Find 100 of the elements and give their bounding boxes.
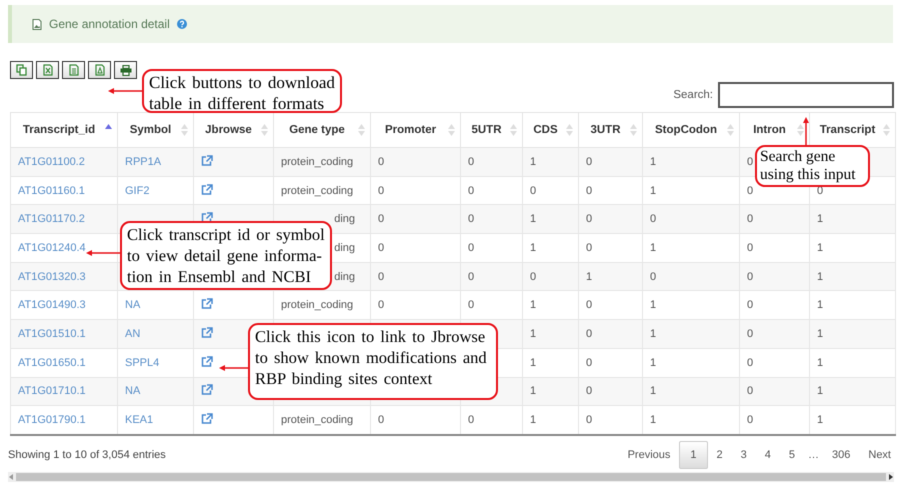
copy-icon: [16, 64, 27, 76]
table-cell: 0: [378, 242, 384, 254]
external-link-icon[interactable]: [201, 212, 213, 224]
external-link-icon[interactable]: [201, 298, 213, 310]
table-cell: ding: [334, 270, 355, 283]
scroll-left-icon[interactable]: [8, 472, 14, 481]
table-cell: 1: [530, 328, 536, 340]
table-cell: 0: [747, 328, 754, 340]
table-cell: 0: [747, 242, 754, 254]
table-cell: 0: [530, 270, 536, 283]
pagination-link[interactable]: Previous: [618, 441, 680, 470]
table-cell: 1: [650, 184, 656, 197]
table-cell: 1: [650, 414, 656, 426]
table-cell: 1: [817, 213, 824, 226]
export-button[interactable]: [88, 61, 111, 79]
printer-icon: [120, 64, 132, 76]
table-cell: 0: [586, 184, 592, 197]
table-cell: 0: [468, 184, 474, 197]
table-cell: 0: [586, 356, 592, 369]
table-cell: 0: [747, 270, 754, 283]
table-cell: 0: [650, 213, 656, 226]
table-cell: 1: [817, 242, 824, 254]
table-cell: 0: [468, 299, 474, 312]
table-cell: 1: [817, 385, 824, 398]
help-icon[interactable]: [176, 19, 187, 29]
column-header[interactable]: Transcript_id: [10, 112, 118, 148]
table-cell: 1: [650, 328, 656, 340]
table-cell: 0: [530, 184, 536, 197]
search-field[interactable]: [718, 82, 894, 108]
external-link-icon[interactable]: [201, 326, 213, 338]
document-icon: [68, 64, 78, 76]
page-button[interactable]: 5: [780, 441, 804, 470]
table-cell: 0: [747, 356, 754, 369]
pointer-arrow: [86, 249, 120, 257]
table-cell: 0: [468, 414, 474, 426]
table-cell: 0: [747, 414, 754, 426]
table-cell: 1: [530, 385, 536, 398]
table-cell: 0: [378, 299, 384, 312]
pagination-link[interactable]: Next: [859, 441, 900, 470]
external-link-icon[interactable]: [201, 384, 213, 396]
table-cell: 1: [817, 356, 824, 369]
export-button[interactable]: [10, 61, 33, 79]
table-cell: 1: [530, 356, 536, 369]
table-cell: 1: [650, 242, 656, 254]
table-cell: 1: [586, 270, 592, 283]
table-cell: protein_coding: [281, 414, 354, 426]
table-cell: 0: [747, 213, 754, 226]
table-cell: 0: [747, 385, 754, 398]
table-cell: 0: [468, 156, 474, 168]
table-cell: 0: [378, 414, 384, 426]
horizontal-scrollbar[interactable]: [8, 472, 894, 482]
table-cell: 1: [650, 385, 656, 398]
table-cell: 0: [650, 270, 656, 283]
external-link-icon[interactable]: [201, 154, 213, 166]
table-cell: 0: [586, 156, 592, 168]
export-button[interactable]: [114, 61, 137, 79]
external-link-icon[interactable]: [201, 184, 213, 195]
table-cell: 1: [817, 414, 824, 426]
table-cell: protein_coding: [281, 156, 354, 168]
export-button[interactable]: [62, 61, 85, 79]
annotation-callout: Search gene using this input: [755, 145, 870, 187]
table-cell: 1: [650, 299, 656, 312]
table-cell: 0: [378, 270, 384, 283]
table-cell: ding: [334, 242, 355, 254]
table-cell: 0: [378, 184, 384, 197]
table-cell: 0: [586, 328, 592, 340]
table-cell: ding: [334, 213, 355, 226]
table-cell: protein_coding: [281, 184, 354, 197]
page-button[interactable]: 306: [823, 441, 860, 470]
scroll-right-icon[interactable]: [888, 472, 894, 481]
annotation-callout: Click this icon to link to Jbrowse to show known modifications and RBP binding sites context: [248, 323, 498, 400]
table-cell: 1: [817, 328, 824, 340]
table-cell: 0: [586, 242, 592, 254]
table-cell: 1: [817, 299, 824, 312]
table-cell: 0: [468, 270, 474, 283]
table-cell: 1: [530, 213, 536, 226]
table-cell: 0: [586, 385, 592, 398]
spreadsheet-icon: [42, 64, 52, 76]
page-button[interactable]: 2: [708, 441, 732, 470]
external-link-icon[interactable]: [201, 413, 213, 424]
table-cell: 1: [530, 299, 536, 312]
table-cell: 0: [468, 242, 474, 254]
external-link-icon[interactable]: [201, 356, 213, 367]
entries-info: Showing 1 to 10 of 3,054 entries: [8, 449, 166, 462]
export-button[interactable]: [36, 61, 59, 79]
annotation-callout: Click transcript id or symbol to view detail gene informa-tion in Ensembl and NCBI: [120, 221, 332, 290]
page-button[interactable]: 1: [679, 441, 708, 470]
table-cell: 1: [650, 156, 656, 168]
page-button[interactable]: 3: [732, 441, 756, 470]
table-cell: 1: [650, 356, 656, 369]
table-cell: 1: [530, 414, 536, 426]
annotation-callout: Click buttons to download table in different formats: [142, 69, 342, 113]
pdf-icon: [94, 64, 104, 76]
ellipsis: …: [807, 448, 820, 464]
page-button[interactable]: 4: [756, 441, 780, 470]
pointer-arrow: [219, 364, 248, 372]
table-cell: 0: [586, 213, 592, 226]
pointer-arrow: [802, 117, 810, 145]
table-cell: 0: [378, 213, 384, 226]
search-label: Search:: [673, 88, 713, 100]
